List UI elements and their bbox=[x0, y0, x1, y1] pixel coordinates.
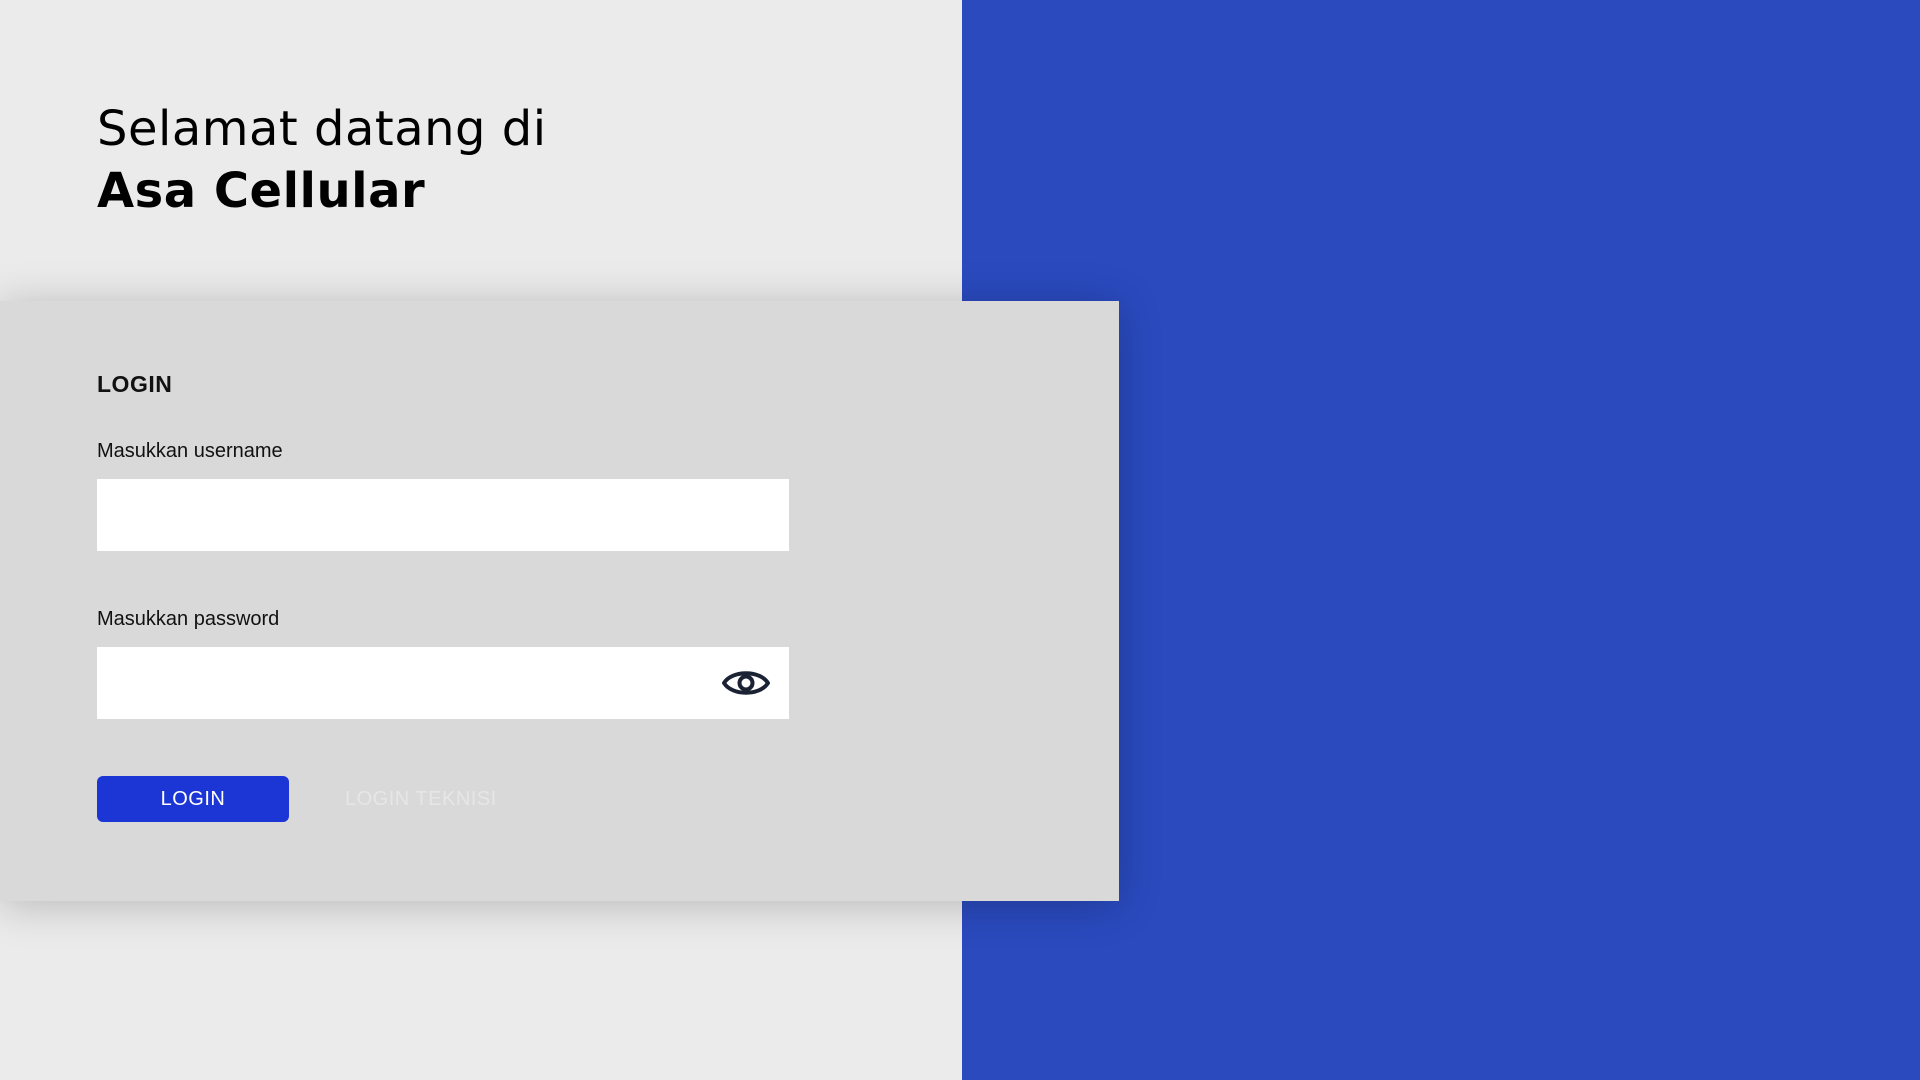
login-card-title: LOGIN bbox=[97, 371, 173, 397]
welcome-line-1: Selamat datang di bbox=[97, 101, 547, 157]
login-button[interactable]: LOGIN bbox=[97, 776, 289, 822]
username-label: Masukkan username bbox=[97, 440, 283, 462]
welcome-heading: Selamat datang di Asa Cellular bbox=[97, 98, 547, 222]
password-input[interactable] bbox=[97, 647, 789, 719]
password-label: Masukkan password bbox=[97, 608, 280, 630]
app-name: Asa Cellular bbox=[97, 163, 426, 219]
username-input[interactable] bbox=[97, 479, 789, 551]
eye-icon[interactable] bbox=[721, 663, 771, 703]
login-card: LOGIN Masukkan username Masukkan passwor… bbox=[0, 301, 1119, 901]
login-technician-button[interactable]: LOGIN TEKNISI bbox=[345, 776, 497, 822]
